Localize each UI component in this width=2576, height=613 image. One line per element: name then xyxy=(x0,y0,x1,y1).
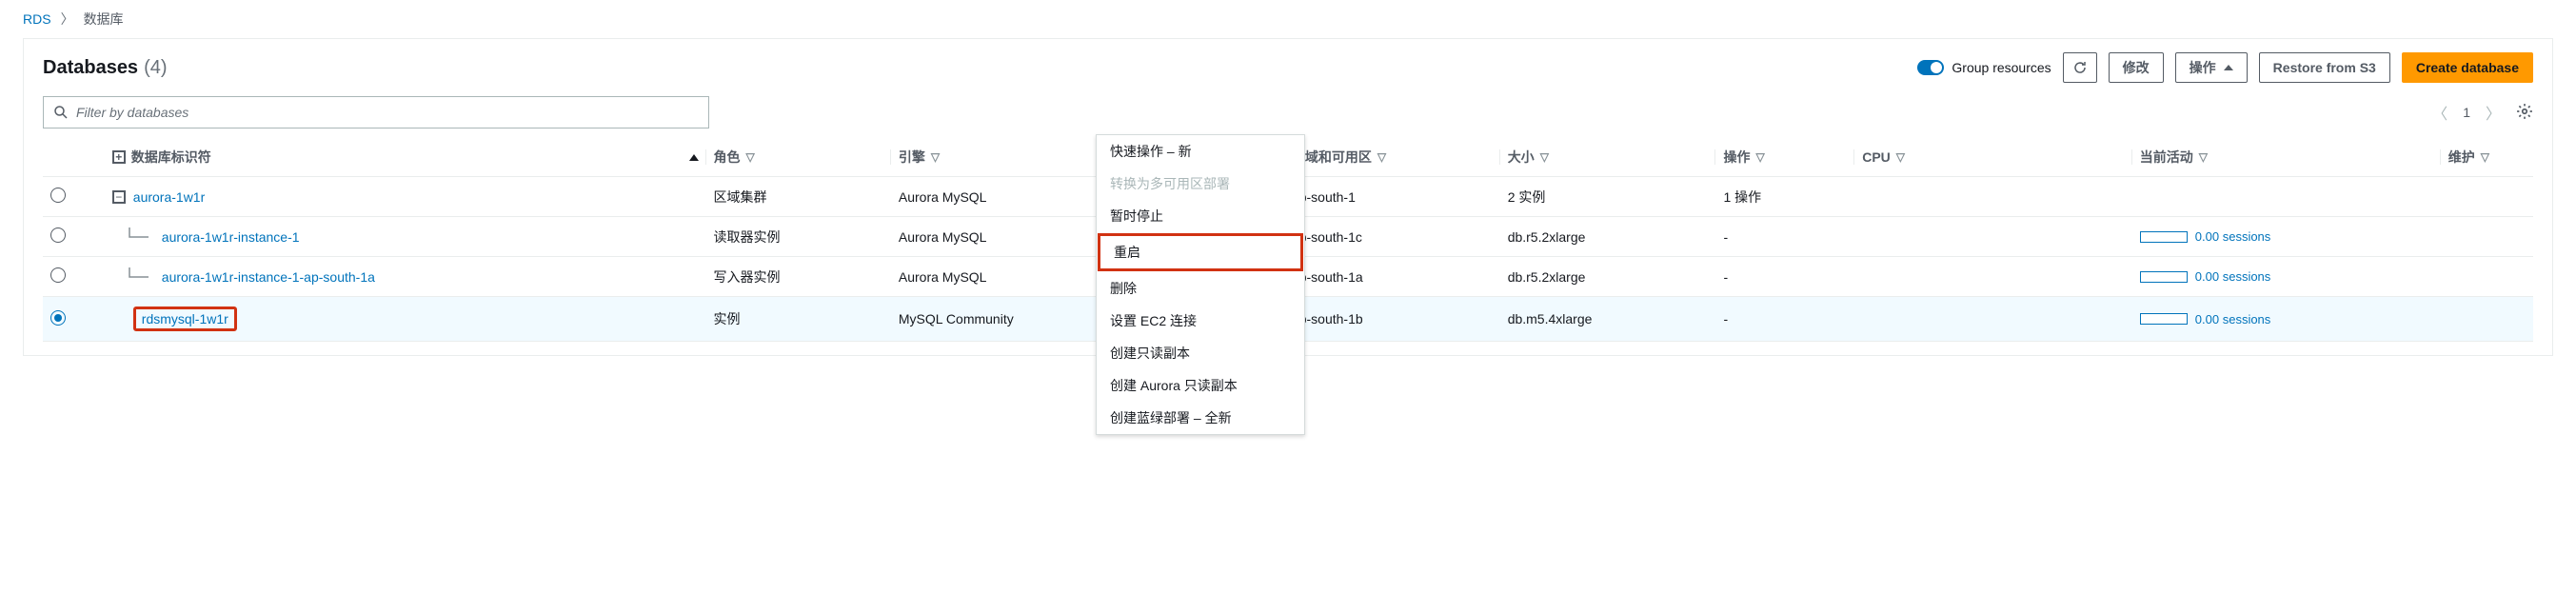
col-header-size[interactable]: 大小▽ xyxy=(1500,138,1716,177)
cell-ops: - xyxy=(1715,257,1854,297)
actions-button-label: 操作 xyxy=(2190,58,2216,77)
col-header-region[interactable]: 区域和可用区▽ xyxy=(1284,138,1500,177)
cell-region: ap-south-1a xyxy=(1284,257,1500,297)
cell-ops: - xyxy=(1715,217,1854,257)
group-resources-toggle[interactable] xyxy=(1917,60,1944,75)
db-identifier-link[interactable]: aurora-1w1r xyxy=(133,189,205,205)
filter-container xyxy=(43,96,709,129)
cell-maint xyxy=(2441,177,2533,217)
cell-region: ap-south-1b xyxy=(1284,297,1500,342)
page-next[interactable]: 〉 xyxy=(2486,101,2501,124)
page-prev[interactable]: 〈 xyxy=(2432,101,2447,124)
activity-bar xyxy=(2140,271,2188,283)
create-database-button[interactable]: Create database xyxy=(2402,52,2533,83)
db-identifier-link[interactable]: rdsmysql-1w1r xyxy=(142,311,228,326)
cell-ops: - xyxy=(1715,297,1854,342)
page-title: Databases xyxy=(43,57,138,79)
cell-maint xyxy=(2441,217,2533,257)
activity-bar xyxy=(2140,231,2188,243)
activity-sessions-link[interactable]: 0.00 sessions xyxy=(2195,269,2271,284)
actions-button[interactable]: 操作 xyxy=(2175,52,2248,83)
cell-maint xyxy=(2441,257,2533,297)
col-header-activity[interactable]: 当前活动▽ xyxy=(2132,138,2441,177)
cell-role: 写入器实例 xyxy=(706,257,891,297)
db-identifier-link[interactable]: aurora-1w1r-instance-1-ap-south-1a xyxy=(162,269,375,285)
dropdown-item: 转换为多可用区部署 xyxy=(1097,168,1304,200)
collapse-icon[interactable]: − xyxy=(112,190,126,204)
cell-role: 实例 xyxy=(706,297,891,342)
cell-ops: 1 操作 xyxy=(1715,177,1854,217)
activity-bar xyxy=(2140,313,2188,325)
gear-icon xyxy=(2516,103,2533,120)
dropdown-item[interactable]: 创建蓝绿部署 – 全新 xyxy=(1097,402,1304,434)
resource-count: (4) xyxy=(144,57,167,79)
cell-role: 区域集群 xyxy=(706,177,891,217)
dropdown-item[interactable]: 重启 xyxy=(1098,233,1303,271)
cell-cpu xyxy=(1854,257,2132,297)
page-number: 1 xyxy=(2463,105,2470,120)
sort-icon: ▽ xyxy=(2199,150,2208,164)
breadcrumb: RDS 〉 数据库 xyxy=(23,10,2553,29)
cell-size: db.r5.2xlarge xyxy=(1500,257,1716,297)
refresh-icon xyxy=(2072,60,2088,75)
group-resources-label: Group resources xyxy=(1952,60,2051,75)
dropdown-item[interactable]: 设置 EC2 连接 xyxy=(1097,305,1304,337)
chevron-right-icon: 〉 xyxy=(61,10,74,29)
cell-region: ap-south-1 xyxy=(1284,177,1500,217)
tree-branch-icon xyxy=(120,267,154,287)
expand-all-icon[interactable]: + xyxy=(112,150,126,164)
col-header-id[interactable]: +数据库标识符 xyxy=(105,138,706,177)
dropdown-item[interactable]: 快速操作 – 新 xyxy=(1097,135,1304,168)
select-radio[interactable] xyxy=(50,310,66,326)
sort-icon: ▽ xyxy=(931,150,940,164)
cell-size: db.m5.4xlarge xyxy=(1500,297,1716,342)
sort-icon: ▽ xyxy=(1755,150,1764,164)
sort-icon: ▽ xyxy=(2481,150,2489,164)
dropdown-item[interactable]: 创建只读副本 xyxy=(1097,337,1304,369)
col-header-cpu[interactable]: CPU▽ xyxy=(1854,138,2132,177)
col-header-maint[interactable]: 维护▽ xyxy=(2441,138,2533,177)
col-header-ops[interactable]: 操作▽ xyxy=(1715,138,1854,177)
tree-branch-icon xyxy=(120,227,154,247)
settings-button[interactable] xyxy=(2516,103,2533,123)
cell-size: 2 实例 xyxy=(1500,177,1716,217)
restore-button[interactable]: Restore from S3 xyxy=(2259,52,2390,83)
search-icon xyxy=(53,105,69,120)
dropdown-item[interactable]: 删除 xyxy=(1097,272,1304,305)
sort-icon: ▽ xyxy=(1896,150,1905,164)
actions-dropdown: 快速操作 – 新转换为多可用区部署暂时停止重启删除设置 EC2 连接创建只读副本… xyxy=(1096,134,1305,435)
refresh-button[interactable] xyxy=(2063,52,2097,83)
dropdown-item[interactable]: 暂时停止 xyxy=(1097,200,1304,232)
sort-icon: ▽ xyxy=(1377,150,1386,164)
sort-icon: ▽ xyxy=(1540,150,1549,164)
breadcrumb-root[interactable]: RDS xyxy=(23,11,51,27)
cell-cpu xyxy=(1854,217,2132,257)
select-radio[interactable] xyxy=(50,188,66,203)
sort-icon: ▽ xyxy=(746,150,755,164)
select-radio[interactable] xyxy=(50,267,66,283)
caret-up-icon xyxy=(2224,65,2233,70)
col-header-role[interactable]: 角色▽ xyxy=(706,138,891,177)
dropdown-item[interactable]: 创建 Aurora 只读副本 xyxy=(1097,369,1304,402)
databases-panel: Databases (4) Group resources 修改 操作 Rest… xyxy=(23,38,2553,356)
cell-size: db.r5.2xlarge xyxy=(1500,217,1716,257)
filter-input[interactable] xyxy=(76,105,699,120)
cell-cpu xyxy=(1854,297,2132,342)
cell-role: 读取器实例 xyxy=(706,217,891,257)
activity-sessions-link[interactable]: 0.00 sessions xyxy=(2195,229,2271,244)
activity-sessions-link[interactable]: 0.00 sessions xyxy=(2195,312,2271,326)
breadcrumb-current: 数据库 xyxy=(84,10,124,29)
cell-cpu xyxy=(1854,177,2132,217)
sort-asc-icon xyxy=(689,154,699,161)
db-identifier-link[interactable]: aurora-1w1r-instance-1 xyxy=(162,229,300,245)
modify-button[interactable]: 修改 xyxy=(2109,52,2164,83)
cell-maint xyxy=(2441,297,2533,342)
cell-region: ap-south-1c xyxy=(1284,217,1500,257)
select-radio[interactable] xyxy=(50,227,66,243)
